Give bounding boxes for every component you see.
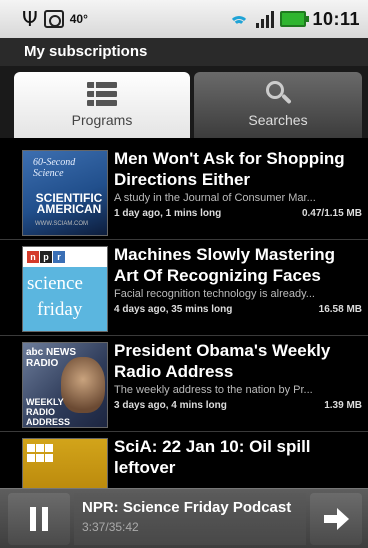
episode-meta: 4 days ago, 35 mins long 16.58 MB xyxy=(114,304,362,315)
podcast-thumbnail: abc NEWS RADIO WEEKLY RADIO ADDRESS xyxy=(22,342,108,428)
tab-programs[interactable]: Programs xyxy=(14,72,190,138)
episode-size: 1.39 MB xyxy=(324,400,362,411)
pause-icon xyxy=(30,507,36,531)
episode-age: 3 days ago, 4 mins long xyxy=(114,400,227,411)
podcast-thumbnail: 60-Second Science SCIENTIFIC AMERICAN WW… xyxy=(22,150,108,236)
list-item[interactable]: abc NEWS RADIO WEEKLY RADIO ADDRESS Pres… xyxy=(0,336,368,432)
next-arrow-icon xyxy=(337,508,349,530)
episode-age: 4 days ago, 35 mins long xyxy=(114,304,233,315)
next-arrow-icon xyxy=(324,515,338,523)
thumbnail-text: n xyxy=(27,251,39,263)
tab-searches[interactable]: Searches xyxy=(194,72,362,138)
thumbnail-text: 60-Second Science xyxy=(33,157,76,179)
list-item[interactable]: n p r science friday Machines Slowly Mas… xyxy=(0,240,368,336)
list-icon xyxy=(87,80,117,108)
episode-list[interactable]: 60-Second Science SCIENTIFIC AMERICAN WW… xyxy=(0,144,368,488)
episode-meta: 3 days ago, 4 mins long 1.39 MB xyxy=(114,400,362,411)
episode-age: 1 day ago, 1 mins long xyxy=(114,208,222,219)
status-bar-right: 10:11 xyxy=(228,9,368,30)
episode-size: 16.58 MB xyxy=(318,304,362,315)
thumbnail-text: p xyxy=(40,251,52,263)
thumbnail-text: friday xyxy=(37,299,83,320)
episode-title: President Obama's Weekly Radio Address xyxy=(114,341,331,381)
thumbnail-text: science xyxy=(27,273,83,294)
list-item[interactable]: 60-Second Science SCIENTIFIC AMERICAN WW… xyxy=(0,144,368,240)
status-bar-left: Ψ 40° xyxy=(0,7,88,31)
usb-icon: Ψ xyxy=(22,7,38,31)
list-item-body: SciA: 22 Jan 10: Oil spill leftover xyxy=(114,436,362,478)
now-playing-title: NPR: Science Friday Podcast xyxy=(82,499,292,516)
episode-size: 0.47/1.15 MB xyxy=(301,208,362,219)
search-icon xyxy=(263,80,293,108)
episode-meta: 1 day ago, 1 mins long 0.47/1.15 MB xyxy=(114,208,362,219)
episode-title: Men Won't Ask for Shopping Directions Ei… xyxy=(114,149,345,189)
episode-title: Machines Slowly Mastering Art Of Recogni… xyxy=(114,245,336,285)
bbc-logo xyxy=(27,444,53,452)
list-item-body: President Obama's Weekly Radio Address T… xyxy=(114,340,362,411)
clock: 10:11 xyxy=(312,8,360,29)
now-playing[interactable]: NPR: Science Friday Podcast 3:37/35:42 xyxy=(74,493,306,545)
episode-description: A study in the Journal of Consumer Mar..… xyxy=(114,192,316,204)
podcast-thumbnail xyxy=(22,438,108,488)
now-playing-time: 3:37/35:42 xyxy=(82,520,139,534)
pause-button[interactable] xyxy=(8,493,70,545)
list-item-body: Men Won't Ask for Shopping Directions Ei… xyxy=(114,148,362,219)
status-bar: Ψ 40° 10:11 xyxy=(0,0,368,38)
episode-description: Facial recognition technology is already… xyxy=(114,288,315,300)
temperature-text: 40° xyxy=(69,12,88,26)
thumbnail-text: WEEKLY RADIO ADDRESS xyxy=(26,397,71,427)
episode-title: SciA: 22 Jan 10: Oil spill leftover xyxy=(114,437,311,477)
signal-bars-icon xyxy=(256,10,275,28)
tab-bar: Programs Searches xyxy=(0,66,368,138)
playback-bar: NPR: Science Friday Podcast 3:37/35:42 xyxy=(0,488,368,548)
npr-logo: n p r xyxy=(27,251,65,263)
tab-programs-label: Programs xyxy=(71,112,133,128)
pause-icon xyxy=(42,507,48,531)
list-item-body: Machines Slowly Mastering Art Of Recogni… xyxy=(114,244,362,315)
next-button[interactable] xyxy=(310,493,362,545)
battery-charging-icon xyxy=(280,11,310,27)
podcast-thumbnail: n p r science friday xyxy=(22,246,108,332)
page-title: My subscriptions xyxy=(0,38,368,66)
thumbnail-text: r xyxy=(53,251,65,263)
episode-description: The weekly address to the nation by Pr..… xyxy=(114,384,313,396)
list-item[interactable]: SciA: 22 Jan 10: Oil spill leftover xyxy=(0,432,368,488)
thumbnail-text: SCIENTIFIC AMERICAN xyxy=(35,191,103,216)
tab-searches-label: Searches xyxy=(248,112,308,128)
notification-box-icon xyxy=(43,10,64,28)
thumbnail-text: WWW.SCIAM.COM xyxy=(35,221,88,227)
thumbnail-text: abc NEWS RADIO xyxy=(26,347,77,369)
wifi-icon xyxy=(228,10,250,28)
bbc-logo xyxy=(27,454,53,462)
